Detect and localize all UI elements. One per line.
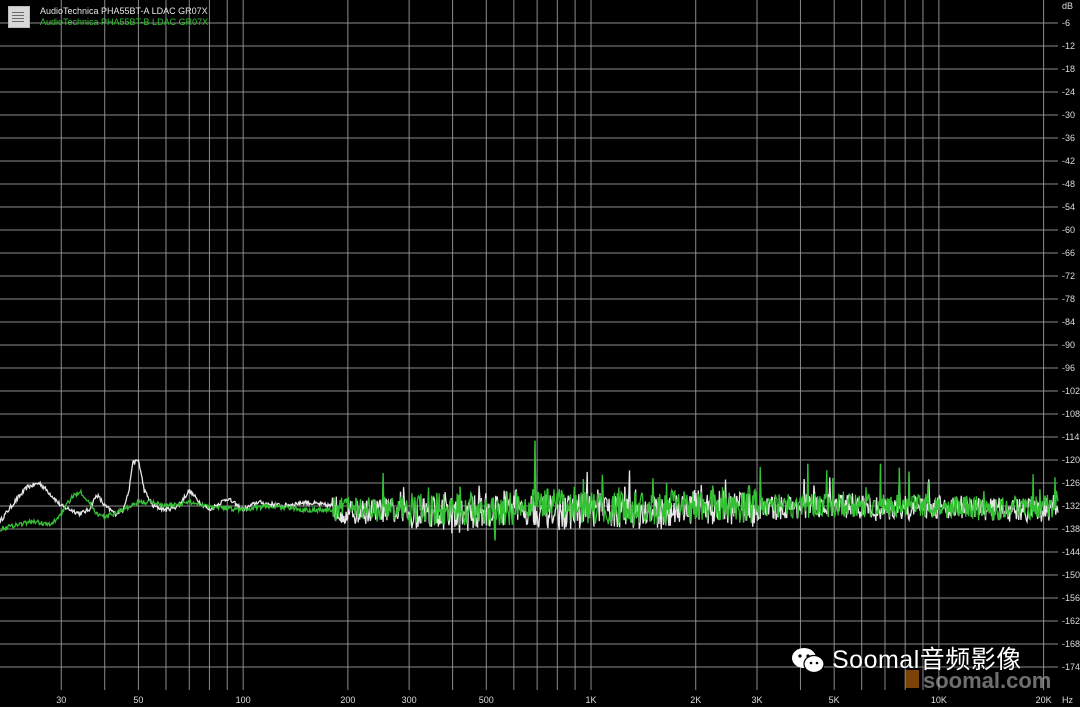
x-tick-label: 3K xyxy=(751,695,762,705)
chart-svg: -6 -12 -18 -24 -30 -36 -42 -48 -54 -60 -66 -72 -78 -8… xyxy=(0,0,1080,705)
x-tick-label: 20K xyxy=(1036,695,1052,705)
y-tick-label: -144 xyxy=(1062,547,1080,557)
y-tick-label: -30 xyxy=(1062,110,1075,120)
y-tick-label: -84 xyxy=(1062,317,1075,327)
x-axis-unit-label: Hz xyxy=(1062,695,1073,705)
y-tick-label: -24 xyxy=(1062,87,1075,97)
y-tick-label: -78 xyxy=(1062,294,1075,304)
y-tick-label: -102 xyxy=(1062,386,1080,396)
y-tick-label: -138 xyxy=(1062,524,1080,534)
y-tick-label: -6 xyxy=(1062,18,1070,28)
y-tick-label: -72 xyxy=(1062,271,1075,281)
site-logo-mark xyxy=(905,670,919,688)
x-tick-label: 500 xyxy=(479,695,494,705)
y-tick-label: -120 xyxy=(1062,455,1080,465)
y-tick-label: -66 xyxy=(1062,248,1075,258)
y-tick-label: -54 xyxy=(1062,202,1075,212)
y-tick-label: -174 xyxy=(1062,662,1080,672)
y-tick-label: -36 xyxy=(1062,133,1075,143)
y-tick-label: -42 xyxy=(1062,156,1075,166)
y-tick-label: -126 xyxy=(1062,478,1080,488)
x-tick-label: 10K xyxy=(931,695,947,705)
y-axis-unit-label: dB xyxy=(1062,1,1073,11)
y-tick-label: -156 xyxy=(1062,593,1080,603)
site-logo-text: soomal.com xyxy=(923,668,1052,693)
x-tick-label: 1K xyxy=(586,695,597,705)
legend-entry-b: AudioTechnica PHA55BT-B LDAC GR07X xyxy=(40,17,209,27)
y-tick-label: -60 xyxy=(1062,225,1075,235)
y-tick-label: -90 xyxy=(1062,340,1075,350)
wechat-icon xyxy=(792,648,825,674)
y-tick-label: -114 xyxy=(1062,432,1079,442)
x-tick-label: 50 xyxy=(133,695,143,705)
y-tick-label: -18 xyxy=(1062,64,1075,74)
x-tick-label: 2K xyxy=(690,695,701,705)
y-tick-label: -48 xyxy=(1062,179,1075,189)
y-tick-label: -168 xyxy=(1062,639,1080,649)
y-tick-label: -108 xyxy=(1062,409,1080,419)
x-tick-label: 200 xyxy=(340,695,355,705)
y-tick-label: -96 xyxy=(1062,363,1075,373)
x-tick-label: 300 xyxy=(402,695,417,705)
site-logo: soomal.com xyxy=(905,668,1055,693)
x-tick-label: 30 xyxy=(56,695,66,705)
x-tick-label: 100 xyxy=(236,695,251,705)
y-tick-label: -12 xyxy=(1062,41,1075,51)
y-tick-label: -132 xyxy=(1062,501,1080,511)
y-tick-label: -150 xyxy=(1062,570,1080,580)
legend-entry-a: AudioTechnica PHA55BT-A LDAC GR07X xyxy=(40,6,208,16)
y-tick-label: -162 xyxy=(1062,616,1080,626)
spectrum-chart: -6 -12 -18 -24 -30 -36 -42 -48 -54 -60 -66 -72 -78 -8… xyxy=(0,0,1080,707)
legend-grid-icon[interactable] xyxy=(8,6,30,28)
x-tick-label: 5K xyxy=(829,695,840,705)
